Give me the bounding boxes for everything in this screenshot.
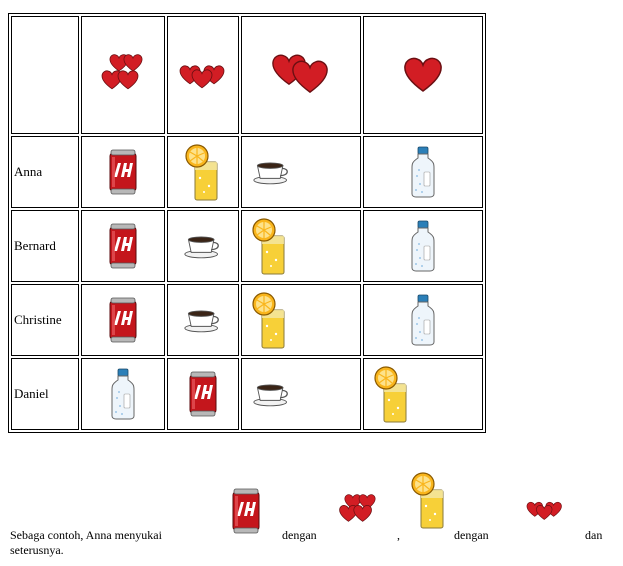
preference-table: Anna Bernard Christine Daniel [8, 13, 486, 433]
water-bottle-icon [111, 368, 135, 420]
soda-can-icon [109, 297, 137, 343]
hearts-four-icon [101, 54, 143, 90]
drink-cell [81, 284, 165, 356]
drink-cell [81, 136, 165, 208]
dengan-text-1: dengan [282, 528, 317, 542]
corner-cell [11, 16, 79, 134]
orange-juice-icon [374, 366, 407, 423]
drink-cell [241, 284, 361, 356]
header-cell-rank-3 [241, 16, 361, 134]
hearts-four-icon [339, 494, 376, 522]
comma-text: , [397, 528, 400, 542]
drink-cell [81, 210, 165, 282]
orange-juice-icon [252, 218, 285, 275]
header-cell-rank-4 [363, 16, 483, 134]
drink-cell [363, 284, 483, 356]
table-row: Christine [11, 284, 483, 356]
hearts-three-icon [179, 65, 225, 89]
drink-cell [167, 210, 239, 282]
header-cell-rank-2 [167, 16, 239, 134]
soda-can-icon [189, 371, 217, 417]
sentence-part-1: Sebaga contoh, Anna menyukai [10, 528, 162, 542]
drink-cell [241, 136, 361, 208]
coffee-cup-icon [253, 162, 288, 185]
water-bottle-icon [411, 294, 435, 346]
person-name: Christine [11, 284, 79, 356]
table-row: Anna [11, 136, 483, 208]
header-cell-rank-1 [81, 16, 165, 134]
table-row: Daniel [11, 358, 483, 430]
drink-cell [241, 358, 361, 430]
person-name: Bernard [11, 210, 79, 282]
water-bottle-icon [411, 146, 435, 198]
soda-can-icon [232, 488, 260, 534]
orange-juice-icon [411, 472, 444, 529]
dengan-text-2: dengan [454, 528, 489, 542]
hearts-three-icon [526, 501, 562, 520]
dan-text: dan [585, 528, 603, 542]
coffee-cup-icon [184, 236, 219, 259]
drink-cell [241, 210, 361, 282]
drink-cell [81, 358, 165, 430]
hearts-two-icon [272, 54, 328, 93]
table-row: Bernard [11, 210, 483, 282]
drink-cell [363, 136, 483, 208]
drink-cell [167, 358, 239, 430]
water-bottle-icon [411, 220, 435, 272]
drink-cell [167, 136, 239, 208]
person-name: Daniel [11, 358, 79, 430]
coffee-cup-icon [184, 310, 219, 333]
header-row [11, 16, 483, 134]
soda-can-icon [109, 223, 137, 269]
coffee-cup-icon [253, 384, 288, 407]
drink-cell [363, 358, 483, 430]
orange-juice-icon [185, 144, 218, 201]
example-sentence: Sebaga contoh, Anna menyukai dengan , de… [10, 470, 613, 565]
soda-can-icon [109, 149, 137, 195]
drink-cell [363, 210, 483, 282]
heart-one-icon [404, 57, 442, 92]
orange-juice-icon [252, 292, 285, 349]
person-name: Anna [11, 136, 79, 208]
sentence-line-2: seterusnya. [10, 543, 64, 557]
drink-cell [167, 284, 239, 356]
